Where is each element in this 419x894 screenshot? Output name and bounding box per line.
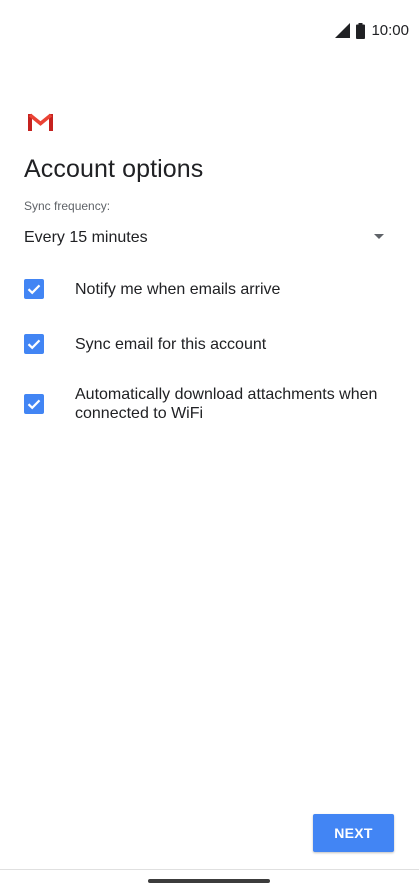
sync-email-label: Sync email for this account — [75, 336, 267, 353]
notify-label: Notify me when emails arrive — [75, 281, 281, 298]
status-icons: 10:00 — [335, 22, 409, 39]
checkmark-icon — [27, 284, 41, 295]
notify-checkbox[interactable] — [24, 279, 44, 299]
next-button[interactable]: NEXT — [313, 814, 394, 852]
download-attachments-checkbox[interactable] — [24, 394, 44, 414]
gmail-logo-icon — [28, 113, 53, 131]
checkmark-icon — [27, 399, 41, 410]
nav-divider — [0, 869, 419, 870]
download-attachments-label: Automatically download attachments when … — [75, 386, 378, 422]
page-title: Account options — [24, 155, 204, 183]
download-attachments-option[interactable]: Automatically download attachments when … — [24, 384, 404, 426]
sync-frequency-dropdown[interactable]: Every 15 minutes — [24, 222, 394, 256]
sync-frequency-label: Sync frequency: — [24, 199, 111, 213]
sync-email-option[interactable]: Sync email for this account — [24, 334, 404, 356]
notify-option[interactable]: Notify me when emails arrive — [24, 279, 404, 301]
checkmark-icon — [27, 339, 41, 350]
home-indicator[interactable] — [148, 879, 270, 883]
status-time: 10:00 — [371, 22, 409, 39]
dropdown-arrow-icon — [374, 234, 384, 239]
battery-icon — [356, 22, 366, 39]
signal-icon — [335, 23, 351, 38]
sync-email-checkbox[interactable] — [24, 334, 44, 354]
sync-frequency-value: Every 15 minutes — [24, 229, 148, 246]
status-bar: 10:00 — [0, 0, 419, 62]
